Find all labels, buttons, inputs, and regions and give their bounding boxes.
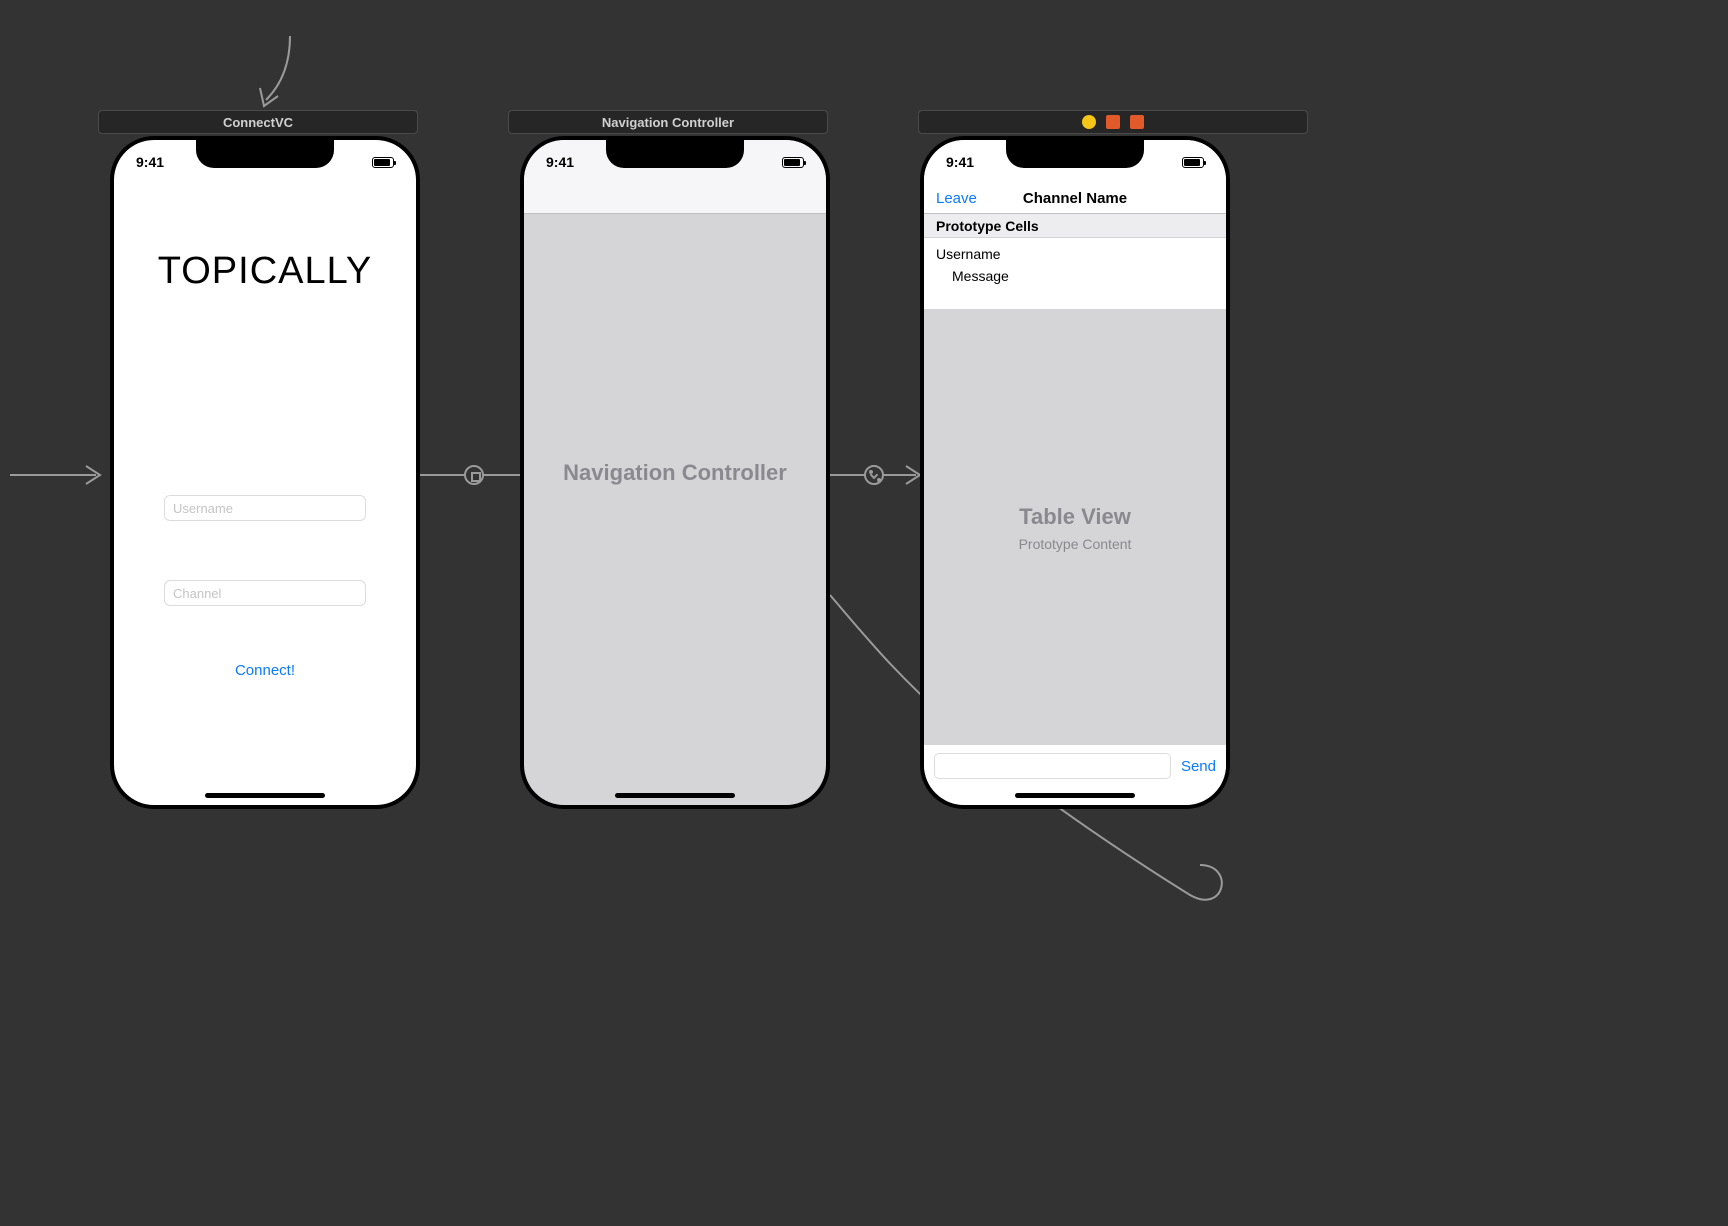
battery-icon bbox=[1182, 157, 1204, 168]
table-row[interactable]: Username Message bbox=[924, 238, 1226, 310]
segue-relationship-icon[interactable] bbox=[864, 465, 884, 485]
status-time: 9:41 bbox=[546, 154, 574, 170]
channel-field[interactable]: Channel bbox=[164, 580, 366, 606]
device-connectvc: 9:41 TOPICALLY Username Channel Connect! bbox=[110, 136, 420, 809]
connect-button[interactable]: Connect! bbox=[114, 662, 416, 679]
cube-icon bbox=[1106, 115, 1120, 129]
exit-icon bbox=[1130, 115, 1144, 129]
channel-placeholder: Channel bbox=[173, 586, 221, 601]
device-notch bbox=[196, 140, 334, 168]
compose-bar: Send bbox=[924, 745, 1226, 787]
status-time: 9:41 bbox=[946, 154, 974, 170]
nav-title: Channel Name bbox=[924, 190, 1226, 207]
segue-present-icon[interactable] bbox=[464, 465, 484, 485]
cell-username-label: Username bbox=[936, 246, 1214, 262]
send-button[interactable]: Send bbox=[1181, 758, 1216, 775]
username-placeholder: Username bbox=[173, 501, 233, 516]
device-notch bbox=[606, 140, 744, 168]
home-indicator bbox=[205, 793, 325, 798]
device-channelvc: 9:41 Leave Channel Name Prototype Cells … bbox=[920, 136, 1230, 809]
scene-title-label: ConnectVC bbox=[223, 115, 293, 130]
home-indicator bbox=[1015, 793, 1135, 798]
scene-title-channelvc[interactable] bbox=[918, 110, 1308, 134]
message-input[interactable] bbox=[934, 753, 1171, 779]
tableview-subtitle: Prototype Content bbox=[1019, 536, 1132, 552]
device-navcontroller: 9:41 Navigation Controller bbox=[520, 136, 830, 809]
scene-title-connectvc[interactable]: ConnectVC bbox=[98, 110, 418, 134]
prototype-cells-header: Prototype Cells bbox=[924, 214, 1226, 238]
nav-bar: Leave Channel Name bbox=[924, 184, 1226, 214]
navcontroller-label: Navigation Controller bbox=[524, 460, 826, 486]
home-indicator bbox=[615, 793, 735, 798]
battery-icon bbox=[372, 157, 394, 168]
cell-message-label: Message bbox=[936, 268, 1214, 284]
device-notch bbox=[1006, 140, 1144, 168]
scene-title-label: Navigation Controller bbox=[602, 115, 734, 130]
warning-icon bbox=[1082, 115, 1096, 129]
status-time: 9:41 bbox=[136, 154, 164, 170]
table-view-placeholder: Table View Prototype Content bbox=[924, 310, 1226, 745]
username-field[interactable]: Username bbox=[164, 495, 366, 521]
nav-bar-placeholder bbox=[524, 184, 826, 214]
scene-title-navcontroller[interactable]: Navigation Controller bbox=[508, 110, 828, 134]
battery-icon bbox=[782, 157, 804, 168]
tableview-title: Table View bbox=[1019, 504, 1131, 530]
app-title: TOPICALLY bbox=[114, 250, 416, 293]
